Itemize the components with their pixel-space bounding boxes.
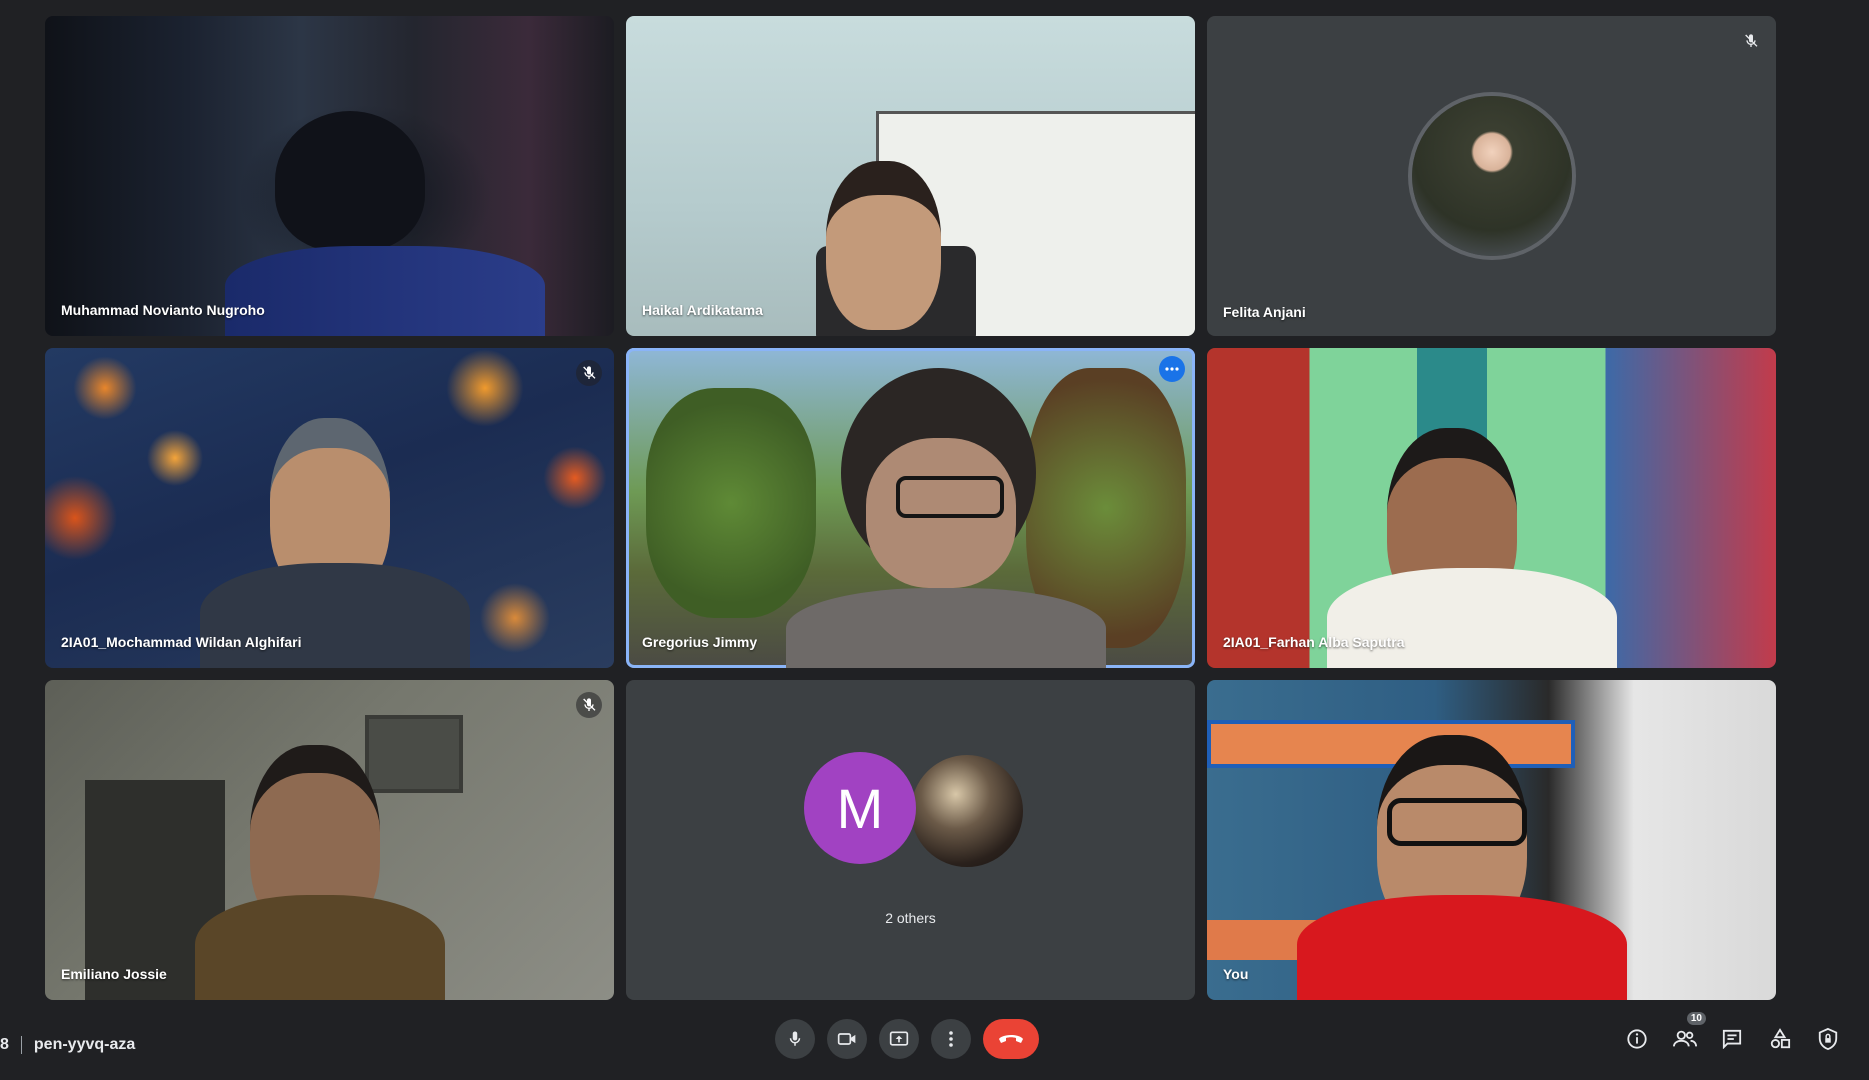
glasses xyxy=(896,476,1004,518)
bunk-bed-top xyxy=(1207,720,1575,768)
participant-name: Emiliano Jossie xyxy=(61,966,167,982)
meeting-info: 8 pen-yyvq-aza xyxy=(0,1032,135,1058)
participant-tile-active-speaker[interactable]: Gregorius Jimmy xyxy=(626,348,1195,668)
participant-name: Gregorius Jimmy xyxy=(642,634,758,650)
meeting-code: pen-yyvq-aza xyxy=(33,1036,136,1053)
tree-left xyxy=(646,388,816,618)
participant-tile[interactable]: 2IA01_Mochammad Wildan Alghifari xyxy=(45,348,614,668)
participant-name: 2IA01_Farhan Alba Saputra xyxy=(1223,634,1405,650)
participant-avatar-letter: M xyxy=(804,752,916,864)
microphone-icon xyxy=(789,1031,801,1046)
participant-shirt xyxy=(786,588,1106,668)
people-count-badge: 10 xyxy=(1686,1012,1706,1025)
participant-name: You xyxy=(1223,966,1249,982)
participant-avatar xyxy=(1412,96,1572,256)
chat-icon xyxy=(1722,1029,1742,1049)
camera-icon xyxy=(837,1033,856,1045)
people-button[interactable]: 10 xyxy=(1670,1012,1706,1054)
camera-button[interactable] xyxy=(827,1019,867,1059)
more-options-button[interactable] xyxy=(931,1019,971,1059)
meeting-details-button[interactable] xyxy=(1622,1024,1652,1054)
glasses xyxy=(1387,798,1527,846)
participant-name: 2IA01_Mochammad Wildan Alghifari xyxy=(61,634,302,650)
shield-lock-icon xyxy=(1818,1027,1838,1051)
end-call-button[interactable] xyxy=(983,1019,1039,1059)
participant-shirt xyxy=(195,895,445,1000)
divider xyxy=(20,1036,22,1054)
participant-shirt xyxy=(200,563,470,668)
activities-icon xyxy=(1770,1028,1791,1049)
participant-shirt xyxy=(1297,895,1627,1000)
mic-off-icon xyxy=(576,692,602,718)
self-view-tile[interactable]: You xyxy=(1207,680,1776,1000)
participant-avatar xyxy=(908,752,1026,870)
mic-off-icon xyxy=(1738,28,1764,54)
meeting-time: 8 xyxy=(0,1036,9,1053)
participant-face xyxy=(826,161,941,330)
participant-name: Felita Anjani xyxy=(1223,304,1306,320)
others-count-label: 2 others xyxy=(885,910,936,926)
others-tile[interactable]: M 2 others xyxy=(626,680,1195,1000)
participant-tile[interactable]: 2IA01_Farhan Alba Saputra xyxy=(1207,348,1776,668)
present-screen-icon xyxy=(889,1031,909,1046)
host-controls-button[interactable] xyxy=(1813,1024,1843,1054)
window xyxy=(365,715,463,793)
video-grid: Muhammad Novianto Nugroho Haikal Ardikat… xyxy=(0,0,1869,1010)
microphone-button[interactable] xyxy=(775,1019,815,1059)
participant-tile[interactable]: Emiliano Jossie xyxy=(45,680,614,1000)
more-options-icon[interactable] xyxy=(1159,356,1185,382)
activities-button[interactable] xyxy=(1765,1024,1795,1054)
participant-shirt xyxy=(1327,568,1617,668)
chat-button[interactable] xyxy=(1717,1024,1747,1054)
present-screen-button[interactable] xyxy=(879,1019,919,1059)
participant-tile[interactable]: Muhammad Novianto Nugroho xyxy=(45,16,614,336)
mic-off-icon xyxy=(576,360,602,386)
end-call-icon xyxy=(999,1035,1023,1043)
info-icon xyxy=(1627,1029,1647,1049)
participant-tile[interactable]: Felita Anjani xyxy=(1207,16,1776,336)
participant-name: Muhammad Novianto Nugroho xyxy=(61,302,265,318)
participant-name: Haikal Ardikatama xyxy=(642,302,763,318)
participant-shirt xyxy=(225,246,545,336)
participant-silhouette xyxy=(275,111,425,251)
more-vert-icon xyxy=(949,1031,953,1047)
participant-tile[interactable]: Haikal Ardikatama xyxy=(626,16,1195,336)
people-icon xyxy=(1673,1030,1697,1047)
